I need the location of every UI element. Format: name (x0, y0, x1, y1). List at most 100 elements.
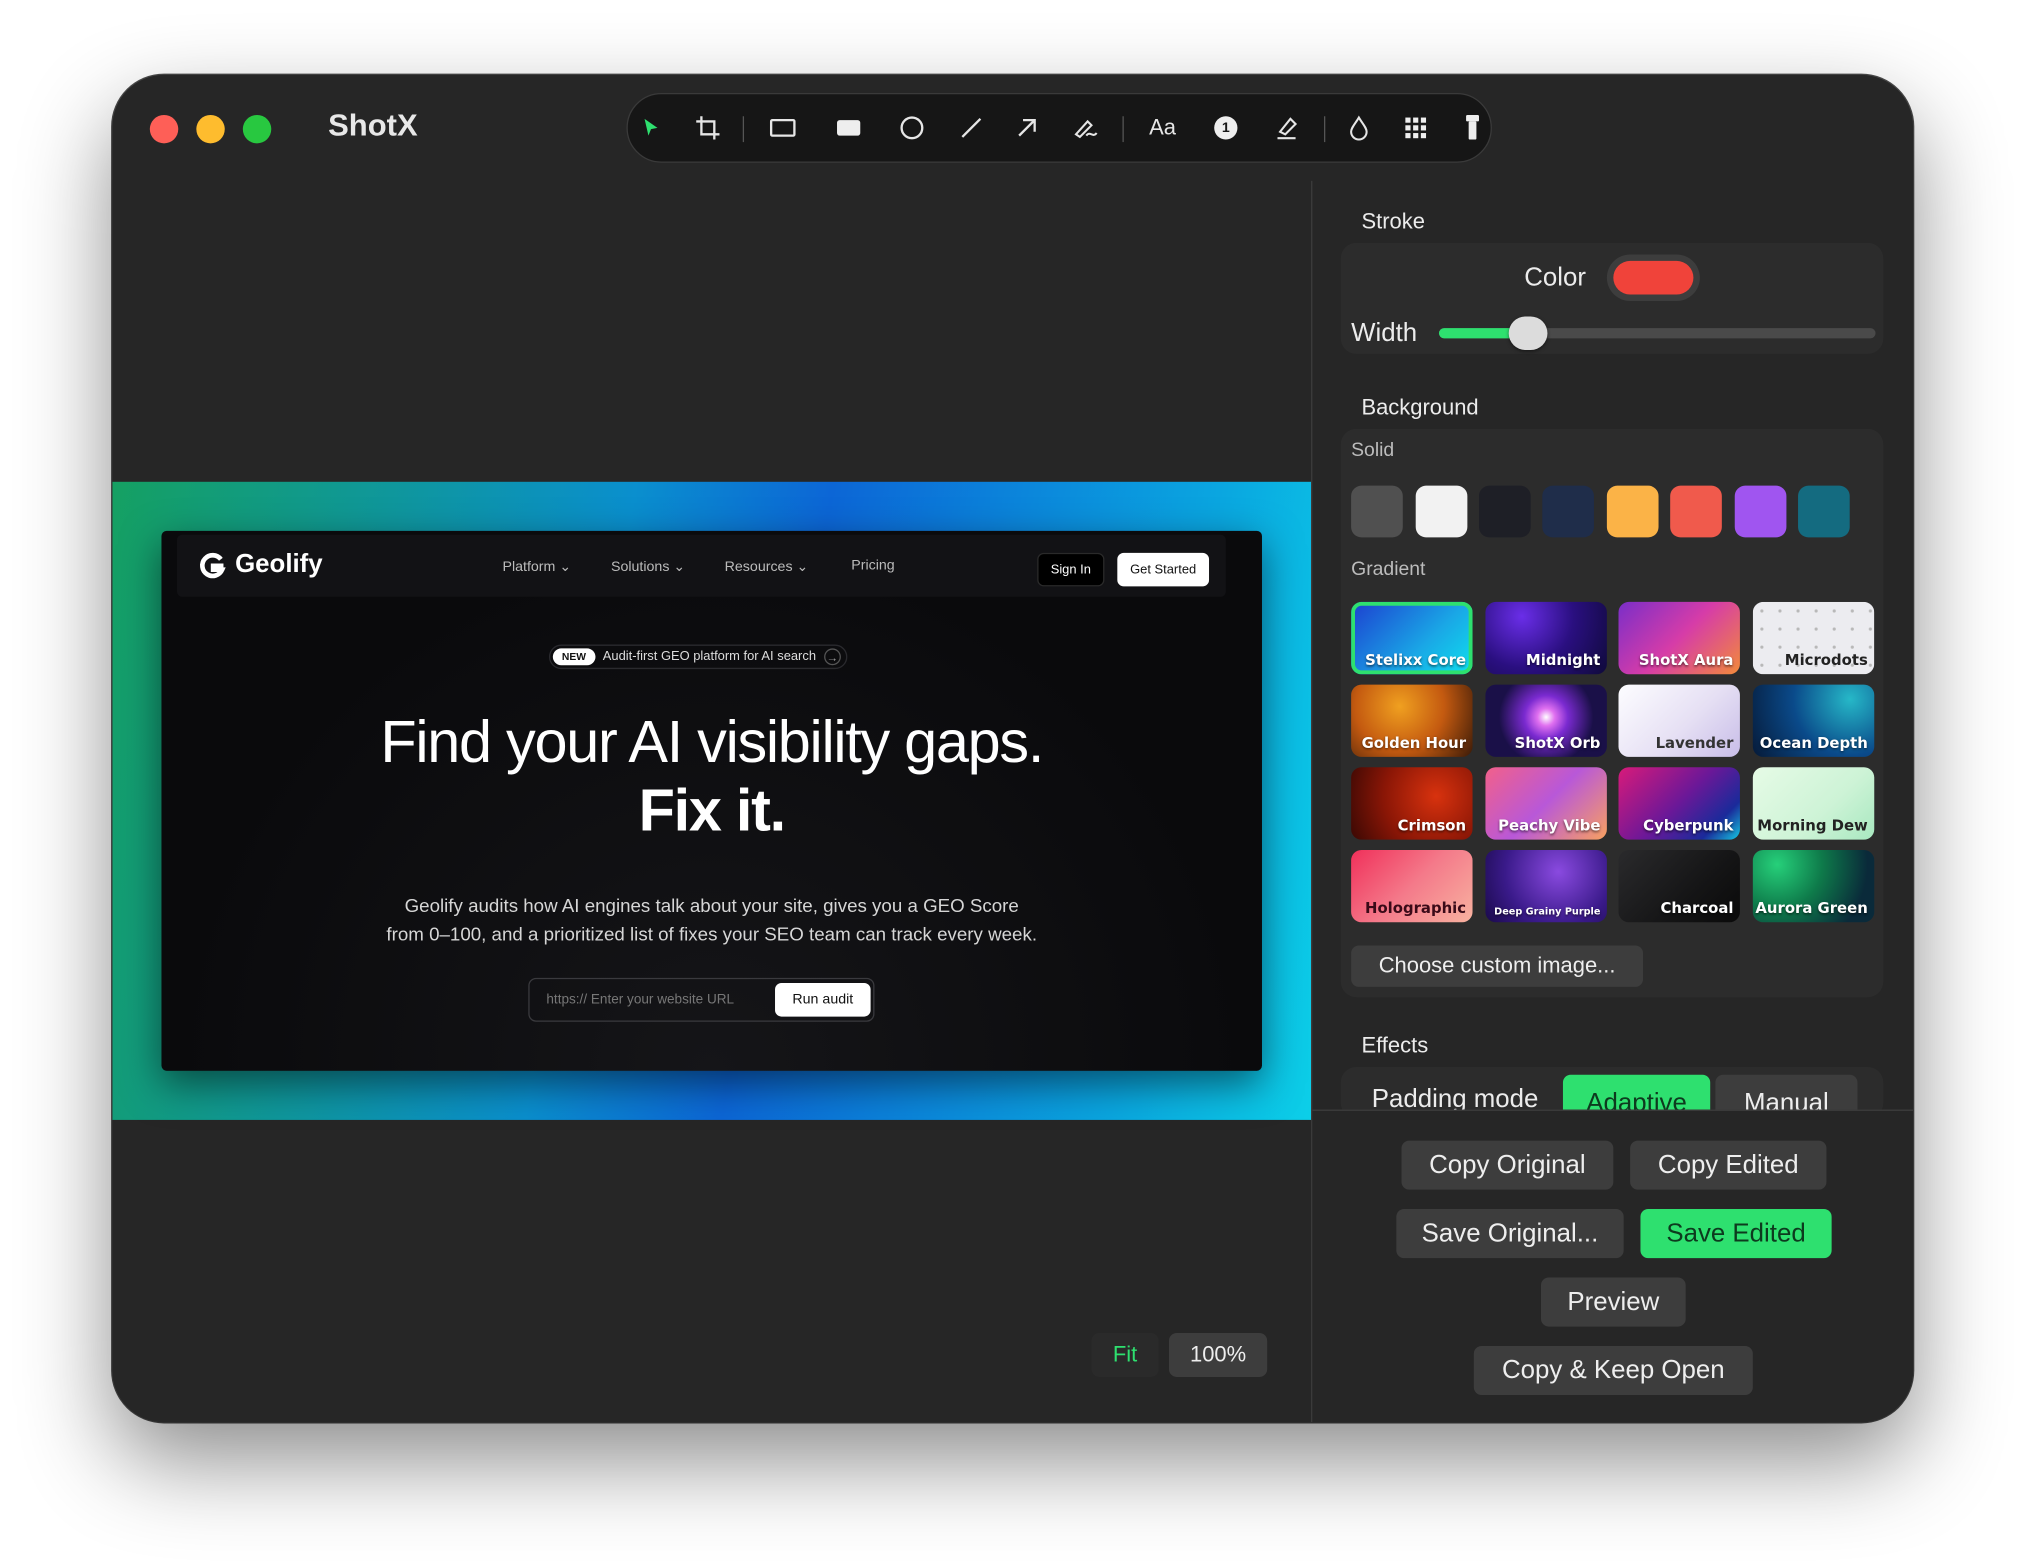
solid-swatch-charcoal[interactable] (1478, 485, 1531, 538)
zoom-window-button[interactable] (242, 114, 272, 144)
site-nav-resources: Resources ⌄ (724, 559, 809, 575)
effects-section-title: Effects (1361, 1033, 1429, 1058)
site-get-started-button: Get Started (1117, 552, 1210, 587)
crop-icon (696, 116, 720, 140)
solid-swatch-red[interactable] (1670, 485, 1722, 538)
arrow-right-icon: → (823, 648, 841, 666)
stroke-color-well[interactable] (1606, 254, 1700, 301)
gradient-ocean-depth[interactable]: Ocean Depth (1752, 684, 1875, 757)
ellipse-icon (900, 116, 924, 140)
pixelate-tool-button[interactable] (1392, 94, 1439, 161)
annotation-toolbar: Aa 1 (626, 93, 1492, 163)
select-icon (644, 118, 658, 136)
counter-icon: 1 (1214, 116, 1238, 140)
pixelate-icon (1405, 117, 1427, 139)
action-footer: Copy Original Copy Edited Save Original.… (1312, 1109, 1914, 1423)
site-nav-pricing: Pricing (851, 558, 895, 574)
copy-keep-open-button[interactable]: Copy & Keep Open (1473, 1345, 1753, 1396)
url-placeholder: https:// Enter your website URL (546, 992, 735, 1008)
announcement-text: Audit-first GEO platform for AI search (602, 649, 817, 664)
text-tool-button[interactable]: Aa (1139, 94, 1186, 161)
preview-button[interactable]: Preview (1540, 1277, 1686, 1327)
save-original-button[interactable]: Save Original... (1396, 1209, 1624, 1259)
arrow-icon (1018, 118, 1036, 137)
select-tool-button[interactable] (628, 94, 675, 161)
zoom-percent-button[interactable]: 100% (1168, 1333, 1268, 1377)
gradient-morning-dew[interactable]: Morning Dew (1752, 767, 1875, 840)
gradient-peachy-vibe[interactable]: Peachy Vibe (1485, 767, 1607, 840)
app-title: ShotX (328, 108, 418, 144)
hero-paragraph: Geolify audits how AI engines talk about… (161, 893, 1262, 950)
crop-tool-button[interactable] (685, 94, 732, 161)
freehand-tool-button[interactable] (1063, 94, 1110, 161)
hero-paragraph-line-2: from 0–100, and a prioritized list of fi… (386, 924, 1038, 946)
stroke-color-label: Color (1524, 263, 1586, 292)
stroke-section-title: Stroke (1361, 209, 1425, 234)
choose-custom-image-button[interactable]: Choose custom image... (1351, 945, 1644, 987)
filled-rectangle-icon (837, 120, 861, 136)
url-input: https:// Enter your website URL Run audi… (528, 977, 875, 1022)
gradient-microdots[interactable]: Microdots (1752, 601, 1875, 675)
stroke-width-slider[interactable] (1438, 316, 1876, 351)
zoom-fit-button[interactable]: Fit (1091, 1333, 1159, 1377)
hero-headline-bold: Fix it. (638, 776, 786, 844)
solid-swatch-gray[interactable] (1351, 485, 1403, 538)
gradient-stelixx-core[interactable]: Stelixx Core (1351, 601, 1473, 675)
gradient-charcoal[interactable]: Charcoal (1618, 849, 1740, 923)
blur-tool-button[interactable] (1336, 94, 1383, 161)
solid-swatch-purple[interactable] (1734, 485, 1787, 538)
counter-tool-button[interactable]: 1 (1203, 94, 1250, 161)
gradient-cyberpunk[interactable]: Cyberpunk (1618, 767, 1740, 840)
copy-edited-button[interactable]: Copy Edited (1630, 1140, 1827, 1190)
stroke-width-thumb[interactable] (1508, 316, 1548, 351)
site-nav-solutions: Solutions ⌄ (610, 559, 686, 575)
save-edited-button[interactable]: Save Edited (1640, 1209, 1832, 1259)
background-section-title: Background (1361, 395, 1479, 420)
flashlight-tool-button[interactable] (1449, 94, 1496, 161)
line-tool-button[interactable] (948, 94, 995, 161)
site-brand-name: Geolify (235, 550, 323, 579)
blur-icon (1350, 115, 1368, 141)
solid-swatch-teal[interactable] (1798, 485, 1850, 538)
site-logo: Geolify (198, 550, 323, 580)
gradient-shotx-orb[interactable]: ShotX Orb (1485, 684, 1607, 757)
site-nav-platform: Platform ⌄ (502, 559, 572, 575)
minimize-window-button[interactable] (196, 114, 225, 144)
copy-original-button[interactable]: Copy Original (1401, 1140, 1614, 1190)
gradient-shotx-aura[interactable]: ShotX Aura (1618, 601, 1740, 675)
app-window: ShotX Aa 1 Geolify Platform ⌄ Solutions … (112, 74, 1914, 1423)
screenshot-preview[interactable]: Geolify Platform ⌄ Solutions ⌄ Resources… (112, 481, 1312, 1120)
gradient-golden-hour[interactable]: Golden Hour (1351, 684, 1473, 757)
gradient-aurora-green[interactable]: Aurora Green (1752, 849, 1875, 923)
gradient-holographic[interactable]: Holographic (1351, 849, 1473, 923)
highlighter-icon (1277, 117, 1298, 140)
rectangle-tool-button[interactable] (760, 94, 807, 161)
hero-headline: Find your AI visibility gaps. (380, 707, 1044, 776)
line-icon (961, 118, 982, 138)
gradient-midnight[interactable]: Midnight (1485, 601, 1607, 675)
solid-swatch-navy[interactable] (1542, 485, 1594, 538)
geolify-logo-icon (200, 552, 226, 578)
stroke-width-label: Width (1351, 319, 1418, 348)
run-audit-button: Run audit (775, 982, 871, 1017)
gradient-deep-grainy-purple[interactable]: Deep Grainy Purple (1485, 849, 1607, 923)
settings-panel: Stroke Color Width Background Solid Grad… (1311, 180, 1914, 1423)
freehand-icon (1074, 119, 1098, 139)
close-window-button[interactable] (149, 114, 179, 144)
arrow-tool-button[interactable] (1004, 94, 1051, 161)
ellipse-tool-button[interactable] (889, 94, 936, 161)
flashlight-icon (1466, 114, 1479, 140)
solid-swatch-white[interactable] (1415, 485, 1468, 538)
filled-rectangle-tool-button[interactable] (825, 94, 872, 161)
site-navbar: Geolify Platform ⌄ Solutions ⌄ Resources… (176, 534, 1226, 597)
site-signin-button: Sign In (1037, 552, 1105, 587)
gradient-lavender[interactable]: Lavender (1618, 684, 1740, 757)
highlighter-tool-button[interactable] (1263, 94, 1310, 161)
stroke-color-swatch (1613, 260, 1694, 295)
solid-swatch-amber[interactable] (1606, 485, 1659, 538)
gradient-crimson[interactable]: Crimson (1351, 767, 1473, 840)
editor-canvas[interactable]: Geolify Platform ⌄ Solutions ⌄ Resources… (112, 180, 1312, 1423)
rectangle-icon (769, 118, 796, 137)
solid-label: Solid (1351, 439, 1395, 462)
new-badge: NEW (552, 648, 596, 666)
